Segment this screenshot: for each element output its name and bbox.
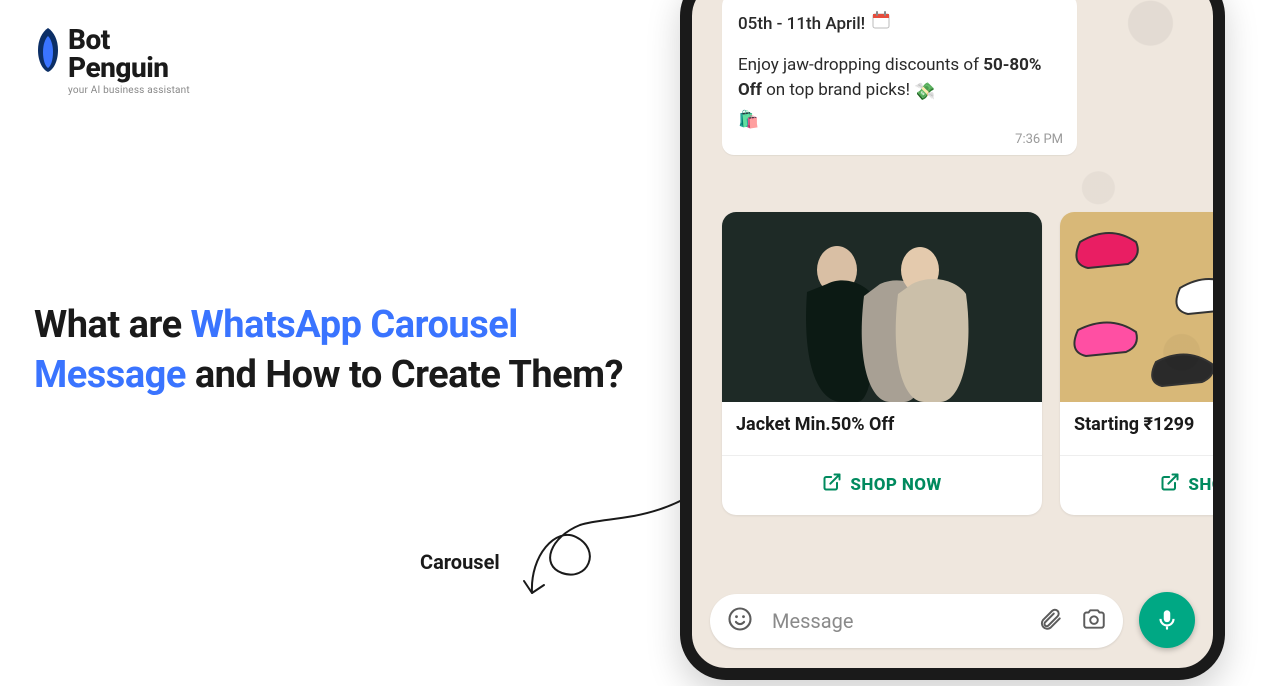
penguin-icon xyxy=(34,26,62,74)
camera-icon[interactable] xyxy=(1081,606,1107,636)
title-suffix: and How to Create Them? xyxy=(186,353,623,397)
sticker-icon[interactable] xyxy=(726,605,754,637)
title-prefix: What are xyxy=(34,303,191,347)
bubble-date-line: 05th - 11th April! xyxy=(738,12,865,38)
card-title: Starting ₹1299 xyxy=(1060,402,1225,441)
chat-bubble: 05th - 11th April! Enjoy jaw-dropping di… xyxy=(722,0,1077,155)
bubble-text-a: Enjoy jaw-dropping discounts of xyxy=(738,55,983,75)
card-title: Jacket Min.50% Off xyxy=(722,402,1042,441)
shop-now-button[interactable]: SHOP NOW xyxy=(722,455,1042,515)
shopping-bags-icon: 🛍️ xyxy=(738,108,759,134)
money-wings-icon: 💸 xyxy=(914,80,935,106)
shop-now-button[interactable]: SHOP NOW xyxy=(1060,455,1225,515)
message-placeholder: Message xyxy=(772,609,1019,633)
card-image-jackets xyxy=(722,212,1042,402)
bubble-text-b: on top brand picks! xyxy=(766,80,914,100)
carousel-card[interactable]: Jacket Min.50% Off SHOP NOW xyxy=(722,212,1042,515)
phone-mock: ✨ 05th - 11th April! Enjoy jaw-dropping … xyxy=(680,0,1225,680)
card-action-label: SHOP NOW xyxy=(1188,475,1225,495)
card-image-shoes xyxy=(1060,212,1225,402)
logo-brand-bottom: Penguin xyxy=(68,51,169,84)
card-action-label: SHOP NOW xyxy=(850,475,941,495)
external-link-icon xyxy=(822,472,842,497)
annotation-label: Carousel xyxy=(420,550,500,574)
external-link-icon xyxy=(1160,472,1180,497)
bubble-timestamp: 7:36 PM xyxy=(1015,130,1063,150)
page-title: What are WhatsApp Carousel Message and H… xyxy=(34,300,624,400)
attachment-icon[interactable] xyxy=(1037,606,1063,636)
message-input-bar[interactable]: Message xyxy=(710,594,1123,648)
calendar-icon xyxy=(871,10,891,39)
carousel-card[interactable]: Starting ₹1299 SHOP NOW xyxy=(1060,212,1225,515)
voice-record-button[interactable] xyxy=(1139,592,1195,648)
brand-logo: Bot Penguin your AI business assistant xyxy=(34,26,190,96)
carousel[interactable]: Jacket Min.50% Off SHOP NOW xyxy=(722,212,1225,515)
logo-tagline: your AI business assistant xyxy=(68,86,190,96)
